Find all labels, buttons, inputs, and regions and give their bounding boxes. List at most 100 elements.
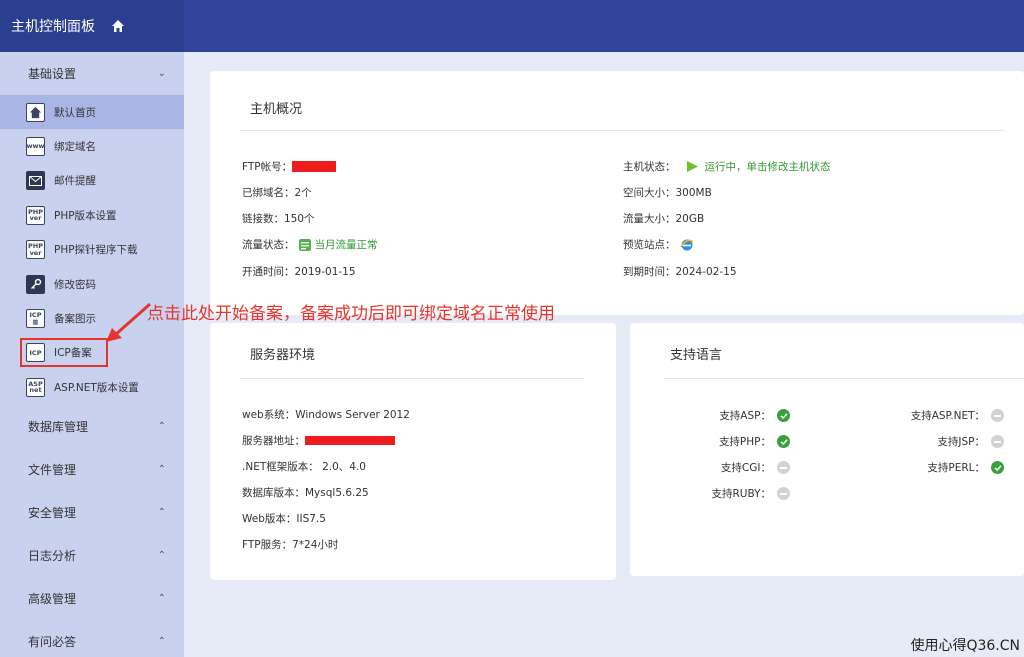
sidebar-item-bind-domain[interactable]: www 绑定域名 (0, 129, 184, 163)
group-label: 文件管理 (28, 462, 77, 477)
sidebar-item-php-probe[interactable]: PHP ver PHP探针程序下载 (0, 233, 184, 267)
traffic-status-value: 当月流量正常 (314, 239, 378, 251)
lang-label: 支持PERL： (927, 462, 985, 474)
sidebar-item-label: ICP备案 (54, 347, 92, 360)
group-label: 有问必答 (28, 634, 77, 649)
group-advanced[interactable]: 高级管理 ⌃ (0, 577, 184, 620)
host-status-link[interactable]: 运行中，单击修改主机状态 (705, 159, 831, 174)
chevron-down-icon: ⌄ (157, 68, 166, 79)
sidebar: 主机控制面板 基础设置 ⌄ 默认首页 www 绑定域名 邮件提醒 PHP ver … (0, 0, 184, 657)
sidebar-item-label: 备案图示 (54, 313, 96, 326)
sidebar-item-label: PHP探针程序下载 (54, 244, 138, 257)
icp-badge-icon: ICP ▦ (26, 309, 45, 329)
sidebar-item-label: 邮件提醒 (54, 175, 96, 188)
check-icon (777, 435, 790, 448)
lang-label: 支持ASP： (719, 410, 771, 422)
sidebar-item-home[interactable]: 默认首页 (0, 95, 184, 130)
lang-label: 支持PHP： (718, 436, 771, 448)
server-env-card: 服务器环境 web系统：Windows Server 2012 服务器地址： .… (210, 323, 616, 580)
traffic-status-label: 流量状态： (242, 239, 295, 251)
traffic-ok-icon (298, 238, 311, 251)
host-status: 主机状态： 运行中，单击修改主机状态 (623, 159, 831, 174)
sidebar-item-label: 默认首页 (54, 106, 96, 119)
sidebar-item-label: 绑定域名 (54, 141, 96, 154)
home-icon[interactable] (111, 19, 125, 33)
php-icon: PHP ver (26, 205, 45, 225)
host-status-label: 主机状态： (623, 161, 676, 173)
traffic-status: 流量状态： 当月流量正常 (242, 237, 378, 252)
ftp-service: FTP服务：7*24小时 (242, 539, 339, 551)
group-label: 高级管理 (28, 591, 77, 606)
divider (664, 378, 1024, 379)
sidebar-item-php-version[interactable]: PHP ver PHP版本设置 (0, 198, 184, 232)
chevron-up-icon: ⌃ (157, 635, 166, 647)
ftp-label: FTP帐号： (242, 161, 293, 173)
server-address: 服务器地址： (242, 433, 395, 448)
server-env-title: 服务器环境 (250, 348, 316, 363)
lang-perl: 支持PERL： (927, 460, 1004, 475)
database-version: 数据库版本：Mysql5.6.25 (242, 487, 369, 499)
chevron-up-icon: ⌃ (157, 549, 166, 561)
play-icon[interactable] (686, 160, 699, 173)
sidebar-item-icp[interactable]: ICP ICP备案 (0, 336, 184, 370)
browser-icon[interactable] (679, 238, 694, 252)
languages-title: 支持语言 (670, 348, 723, 363)
connections: 链接数：150个 (242, 213, 315, 225)
group-label: 安全管理 (28, 505, 77, 520)
server-address-label: 服务器地址： (242, 435, 305, 447)
mail-icon (26, 171, 45, 191)
watermark: 使用心得Q36.CN (910, 638, 1020, 654)
lang-asp: 支持ASP： (719, 408, 790, 423)
dotnet-version: .NET框架版本： 2.0、4.0 (242, 461, 366, 473)
home-icon (26, 102, 45, 122)
chevron-up-icon: ⌃ (157, 506, 166, 518)
chevron-up-icon: ⌃ (157, 592, 166, 604)
top-bar (184, 0, 1024, 52)
group-database[interactable]: 数据库管理 ⌃ (0, 405, 184, 448)
icp-icon: ICP (26, 343, 45, 363)
languages-card: 支持语言 支持ASP： 支持PHP： 支持CGI： 支持RUBY： 支持ASP.… (630, 323, 1024, 576)
lang-ruby: 支持RUBY： (711, 486, 790, 501)
group-files[interactable]: 文件管理 ⌃ (0, 448, 184, 491)
lang-cgi: 支持CGI： (721, 460, 790, 475)
unsupported-icon (991, 435, 1004, 448)
redaction-mark (292, 161, 337, 172)
brand-title: 主机控制面板 (11, 19, 95, 35)
unsupported-icon (991, 409, 1004, 422)
lang-jsp: 支持JSP： (937, 434, 1004, 449)
brand[interactable]: 主机控制面板 (0, 0, 184, 52)
lang-php: 支持PHP： (719, 434, 790, 449)
open-time: 开通时间：2019-01-15 (242, 266, 356, 278)
sidebar-item-label: 修改密码 (54, 278, 96, 291)
group-faq[interactable]: 有问必答 ⌃ (0, 620, 184, 657)
lang-label: 支持ASP.NET： (910, 410, 985, 422)
sidebar-item-password[interactable]: 修改密码 (0, 267, 184, 301)
key-icon (26, 274, 45, 294)
overview-title: 主机概况 (250, 102, 303, 117)
group-logs[interactable]: 日志分析 ⌃ (0, 534, 184, 577)
sidebar-item-mail[interactable]: 邮件提醒 (0, 164, 184, 198)
traffic-size: 流量大小：20GB (623, 213, 705, 225)
sidebar-item-label: PHP版本设置 (54, 209, 117, 222)
bound-domains: 已绑域名：2个 (242, 187, 312, 199)
asp-icon: ASP net (26, 377, 45, 397)
web-system: web系统：Windows Server 2012 (242, 409, 410, 421)
chevron-up-icon: ⌃ (157, 420, 166, 432)
lang-aspnet: 支持ASP.NET： (911, 408, 1004, 423)
redaction-mark (305, 436, 395, 445)
sidebar-item-aspnet[interactable]: ASP net ASP.NET版本设置 (0, 370, 184, 404)
group-basic-label: 基础设置 (28, 67, 77, 81)
annotation-text: 点击此处开始备案，备案成功后即可绑定域名正常使用 (147, 304, 555, 324)
sidebar-item-label: ASP.NET版本设置 (54, 381, 139, 394)
overview-card: 主机概况 FTP帐号： 已绑域名：2个 链接数：150个 流量状态： 当月流量正… (210, 71, 1024, 315)
group-label: 数据库管理 (28, 419, 89, 434)
lang-label: 支持JSP： (937, 436, 985, 448)
web-version: Web版本：IIS7.5 (242, 513, 326, 525)
unsupported-icon (777, 461, 790, 474)
ftp-account: FTP帐号： (242, 159, 337, 174)
preview-label: 预览站点： (623, 239, 676, 251)
preview-site: 预览站点： (623, 237, 694, 252)
group-security[interactable]: 安全管理 ⌃ (0, 491, 184, 534)
space-size: 空间大小：300MB (623, 187, 712, 199)
group-basic-settings[interactable]: 基础设置 ⌄ (0, 52, 184, 95)
